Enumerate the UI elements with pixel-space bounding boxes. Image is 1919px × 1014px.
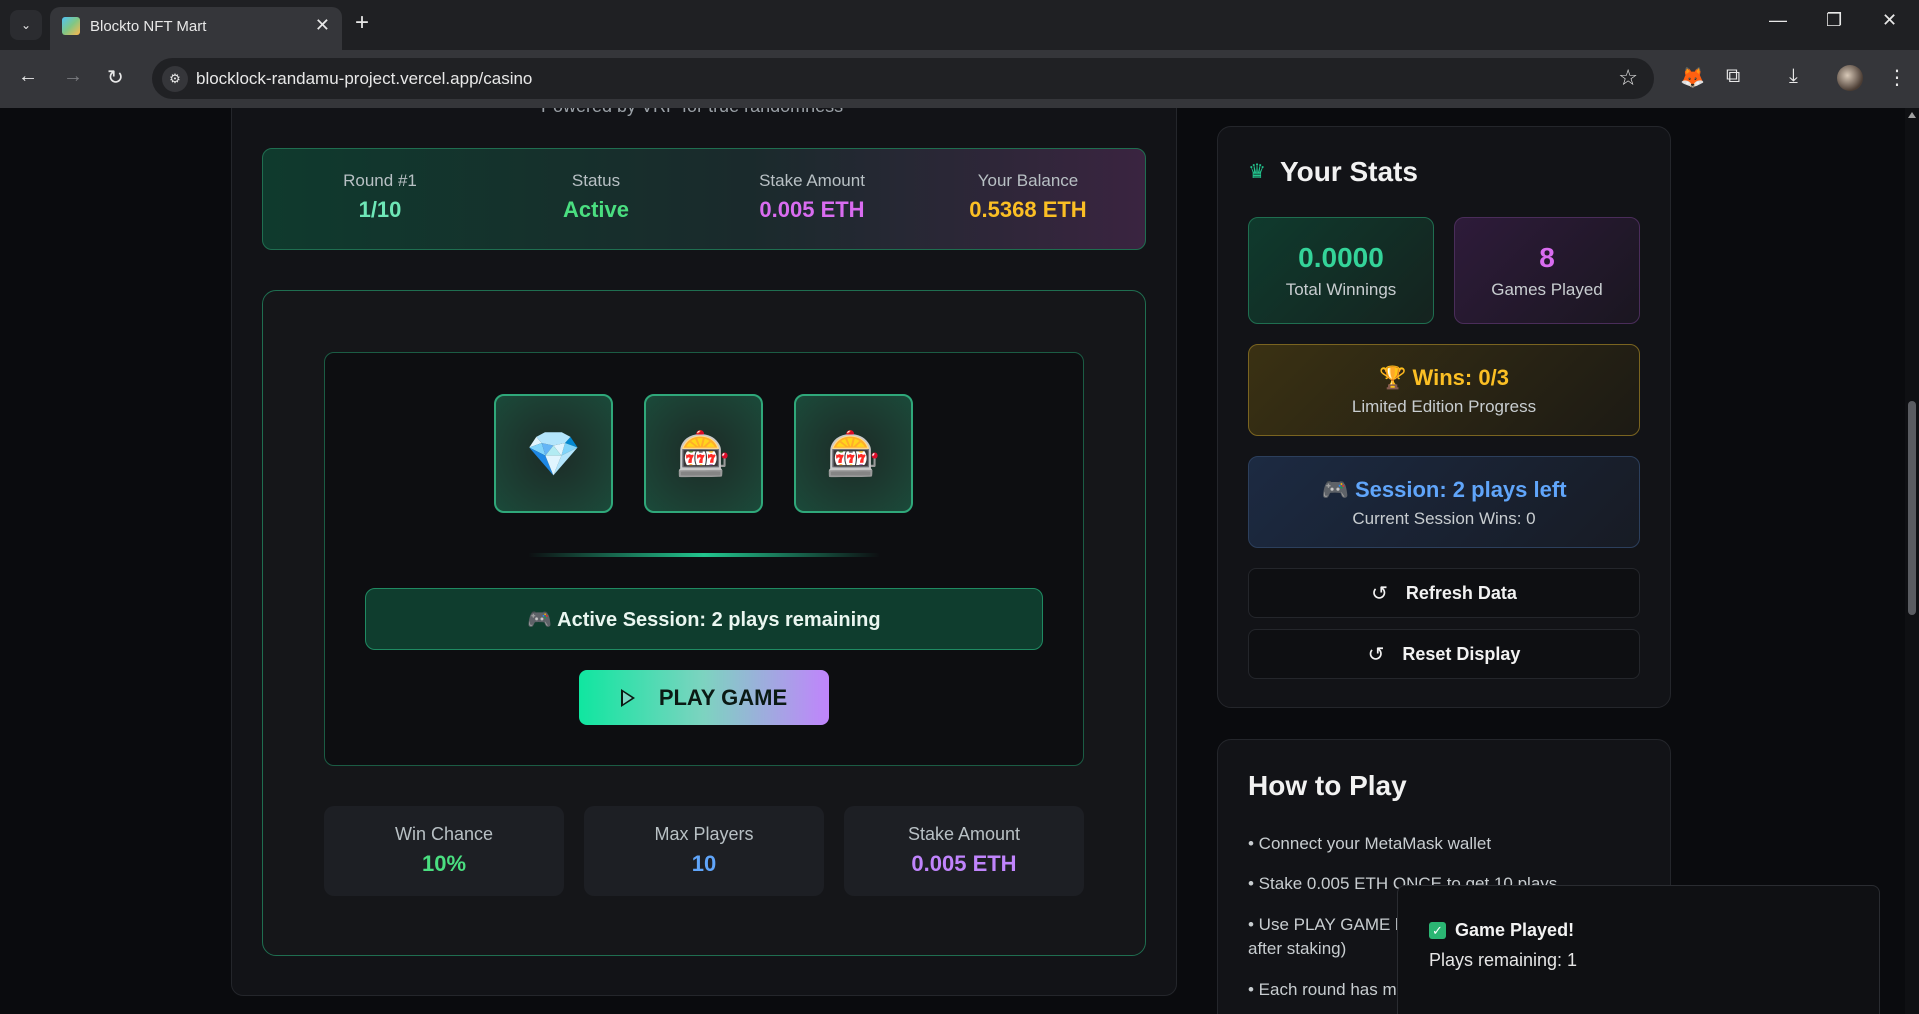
stake-label: Stake Amount <box>759 171 865 190</box>
games-played-label: Games Played <box>1491 280 1603 299</box>
wins-heading: 🏆 Wins: 0/3 <box>1379 365 1509 390</box>
bookmark-star-icon[interactable]: ☆ <box>1618 65 1638 91</box>
games-played-value: 8 <box>1539 242 1555 273</box>
status-value: Active <box>562 197 630 222</box>
profile-avatar[interactable] <box>1837 65 1863 91</box>
check-icon: ✓ <box>1429 922 1446 939</box>
stake-amount-card: Stake Amount 0.005 ETH <box>844 806 1084 896</box>
reset-display-button[interactable]: ↺ Reset Display <box>1248 629 1640 679</box>
stake-info: Stake Amount 0.005 ETH <box>712 171 912 223</box>
total-winnings-card: 0.0000 Total Winnings <box>1248 217 1434 324</box>
diamond-icon: 💎 <box>526 429 581 479</box>
win-chance-label: Win Chance <box>394 824 494 844</box>
play-game-label: PLAY GAME <box>658 684 788 710</box>
stake-amount-label: Stake Amount <box>907 824 1021 844</box>
restore-icon[interactable]: ❐ <box>1826 10 1842 31</box>
browser-tab-bar: ⌄ Blockto NFT Mart ✕ + — ❐ ✕ <box>0 0 1919 50</box>
minimize-icon[interactable]: — <box>1769 10 1787 31</box>
toast-title-text: Game Played! <box>1455 920 1575 940</box>
window-close-icon[interactable]: ✕ <box>1882 10 1897 31</box>
download-icon[interactable]: ⤓ <box>1789 65 1798 88</box>
session-card: 🎮 Session: 2 plays left Current Session … <box>1248 456 1640 548</box>
refresh-icon: ↺ <box>1371 582 1388 605</box>
tab-search-button[interactable]: ⌄ <box>10 10 42 40</box>
howto-item-1: • Connect your MetaMask wallet <box>1248 834 1492 853</box>
stake-amount-value: 0.005 ETH <box>911 851 1017 876</box>
win-chance-value: 10% <box>421 851 467 876</box>
metamask-extension-icon[interactable]: 🦊 <box>1680 65 1705 90</box>
site-info-icon[interactable]: ⚙ <box>162 66 188 92</box>
round-info: Round #1 1/10 <box>280 171 480 223</box>
total-winnings-label: Total Winnings <box>1285 280 1397 299</box>
new-tab-button[interactable]: + <box>355 11 369 35</box>
wins-sub: Limited Edition Progress <box>1351 397 1537 416</box>
forward-icon[interactable]: → <box>63 65 83 88</box>
chevron-down-icon: ⌄ <box>20 18 32 32</box>
status-label: Status <box>571 171 621 190</box>
games-played-card: 8 Games Played <box>1454 217 1640 324</box>
favicon-icon <box>62 17 80 35</box>
play-icon <box>620 688 635 707</box>
round-info-strip: Round #1 1/10 Status Active Stake Amount… <box>262 148 1146 250</box>
browser-toolbar: ← → ↻ ⚙ blocklock-randamu-project.vercel… <box>0 50 1919 108</box>
balance-label: Your Balance <box>977 171 1079 190</box>
reel-2: 🎰 <box>644 394 763 513</box>
reset-display-label: Reset Display <box>1402 643 1521 664</box>
scroll-thumb[interactable] <box>1908 401 1916 615</box>
max-players-value: 10 <box>691 851 717 876</box>
your-stats-heading: Your Stats <box>1280 156 1418 187</box>
reel-1: 💎 <box>494 394 613 513</box>
win-chance-card: Win Chance 10% <box>324 806 564 896</box>
address-bar[interactable]: ⚙ blocklock-randamu-project.vercel.app/c… <box>152 58 1654 99</box>
wins-progress-card: 🏆 Wins: 0/3 Limited Edition Progress <box>1248 344 1640 436</box>
back-icon[interactable]: ← <box>18 65 38 88</box>
page-scrollbar[interactable] <box>1905 108 1919 1014</box>
how-to-play-title: How to Play <box>1248 770 1407 801</box>
round-label: Round #1 <box>343 171 417 190</box>
total-winnings-value: 0.0000 <box>1298 242 1384 273</box>
scroll-up-arrow-icon[interactable] <box>1908 112 1916 118</box>
close-tab-icon[interactable]: ✕ <box>315 15 330 36</box>
active-session-banner: 🎮 Active Session: 2 plays remaining <box>365 588 1043 650</box>
extensions-puzzle-icon[interactable]: ⧉ <box>1726 65 1740 88</box>
max-players-label: Max Players <box>654 824 754 844</box>
slot-machine-icon: 🎰 <box>676 429 731 479</box>
session-sub: Current Session Wins: 0 <box>1352 509 1536 528</box>
round-value: 1/10 <box>358 197 402 222</box>
max-players-card: Max Players 10 <box>584 806 824 896</box>
tab-title: Blockto NFT Mart <box>90 18 207 35</box>
trophy-icon: ♛ <box>1248 161 1266 183</box>
url-text[interactable]: blocklock-randamu-project.vercel.app/cas… <box>196 69 532 89</box>
casino-page: Powered by VRF for true randomness Round… <box>0 108 1919 1014</box>
powered-by-text: Powered by VRF for true randomness <box>541 108 843 117</box>
game-played-toast[interactable]: ✓ Game Played! Plays remaining: 1 <box>1397 885 1880 1014</box>
menu-kebab-icon[interactable]: ⋮ <box>1887 65 1907 90</box>
browser-tab[interactable]: Blockto NFT Mart ✕ <box>50 7 342 50</box>
reload-icon[interactable]: ↻ <box>107 65 124 90</box>
status-info: Status Active <box>496 171 696 223</box>
toast-body: Plays remaining: 1 <box>1429 950 1578 970</box>
toast-title: ✓ Game Played! <box>1429 920 1574 941</box>
balance-info: Your Balance 0.5368 ETH <box>928 171 1128 223</box>
divider-glow <box>528 553 880 557</box>
balance-value: 0.5368 ETH <box>969 197 1087 222</box>
your-stats-title: ♛ Your Stats <box>1248 156 1418 188</box>
stake-value: 0.005 ETH <box>759 197 865 222</box>
refresh-data-label: Refresh Data <box>1405 582 1517 603</box>
reel-3: 🎰 <box>794 394 913 513</box>
session-heading: 🎮 Session: 2 plays left <box>1321 477 1567 502</box>
refresh-data-button[interactable]: ↺ Refresh Data <box>1248 568 1640 618</box>
reset-icon: ↺ <box>1367 643 1385 666</box>
slot-machine-icon: 🎰 <box>826 429 881 479</box>
play-game-button[interactable]: PLAY GAME <box>579 670 829 725</box>
